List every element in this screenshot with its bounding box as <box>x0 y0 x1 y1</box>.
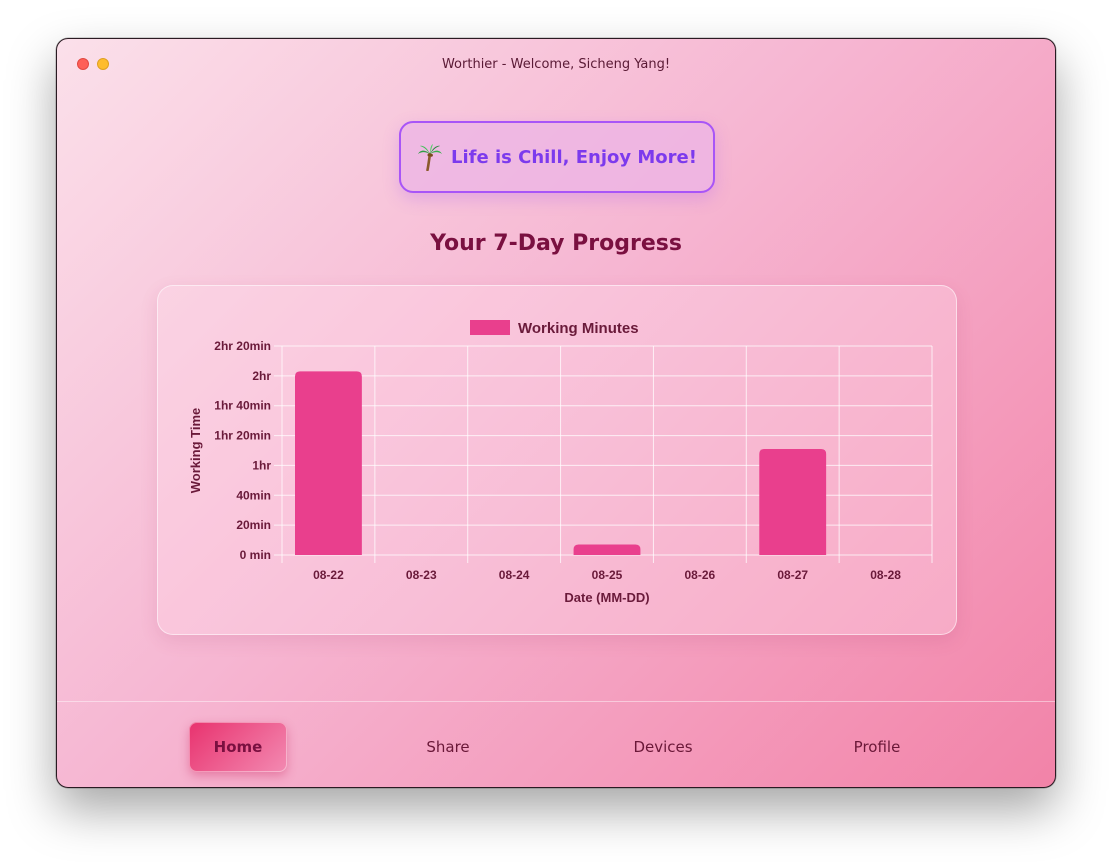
nav-tab-share[interactable]: Share <box>399 722 497 772</box>
x-tick-label: 08-25 <box>592 568 623 582</box>
progress-chart-card: 0 min 20min 40min 1hr 1hr 20min 1hr 40min 2hr 2… <box>157 285 957 635</box>
nav-tab-profile[interactable]: Profile <box>828 722 926 772</box>
x-tick-label: 08-26 <box>685 568 716 582</box>
chart-bar <box>295 371 362 555</box>
y-tick-label: 20min <box>236 518 271 532</box>
legend-swatch <box>470 320 510 335</box>
x-axis-title: Date (MM-DD) <box>564 590 649 605</box>
y-tick-label: 2hr <box>252 369 271 383</box>
palm-tree-icon <box>418 144 443 171</box>
x-tick-label: 08-22 <box>313 568 344 582</box>
y-tick-label: 0 min <box>240 548 271 562</box>
motto-text: Life is Chill, Enjoy More! <box>451 146 697 168</box>
page-title: Your 7-Day Progress <box>430 231 682 256</box>
y-tick-label: 1hr 20min <box>214 429 271 443</box>
y-tick-label: 40min <box>236 488 271 502</box>
x-tick-label: 08-27 <box>777 568 808 582</box>
legend-label: Working Minutes <box>518 320 639 337</box>
motto-banner: Life is Chill, Enjoy More! <box>399 121 715 193</box>
y-tick-label: 2hr 20min <box>214 339 271 353</box>
chart-bar <box>759 449 827 555</box>
app-window: Worthier - Welcome, Sicheng Yang! Life i… <box>56 38 1056 788</box>
nav-tab-home[interactable]: Home <box>189 722 287 772</box>
x-tick-label: 08-23 <box>406 568 437 582</box>
bottom-nav: Home Share Devices Profile <box>57 701 1055 787</box>
x-tick-label: 08-28 <box>870 568 901 582</box>
title-bar: Worthier - Welcome, Sicheng Yang! <box>57 39 1055 89</box>
window-title: Worthier - Welcome, Sicheng Yang! <box>441 57 671 72</box>
y-axis-title: Working Time <box>188 408 203 493</box>
chart-bar <box>573 544 641 555</box>
y-tick-label: 1hr <box>252 458 271 472</box>
x-tick-label: 08-24 <box>499 568 530 582</box>
progress-chart: 0 min 20min 40min 1hr 1hr 20min 1hr 40min 2hr 2… <box>188 320 933 605</box>
y-tick-label: 1hr 40min <box>214 399 271 413</box>
nav-tab-devices[interactable]: Devices <box>614 722 712 772</box>
